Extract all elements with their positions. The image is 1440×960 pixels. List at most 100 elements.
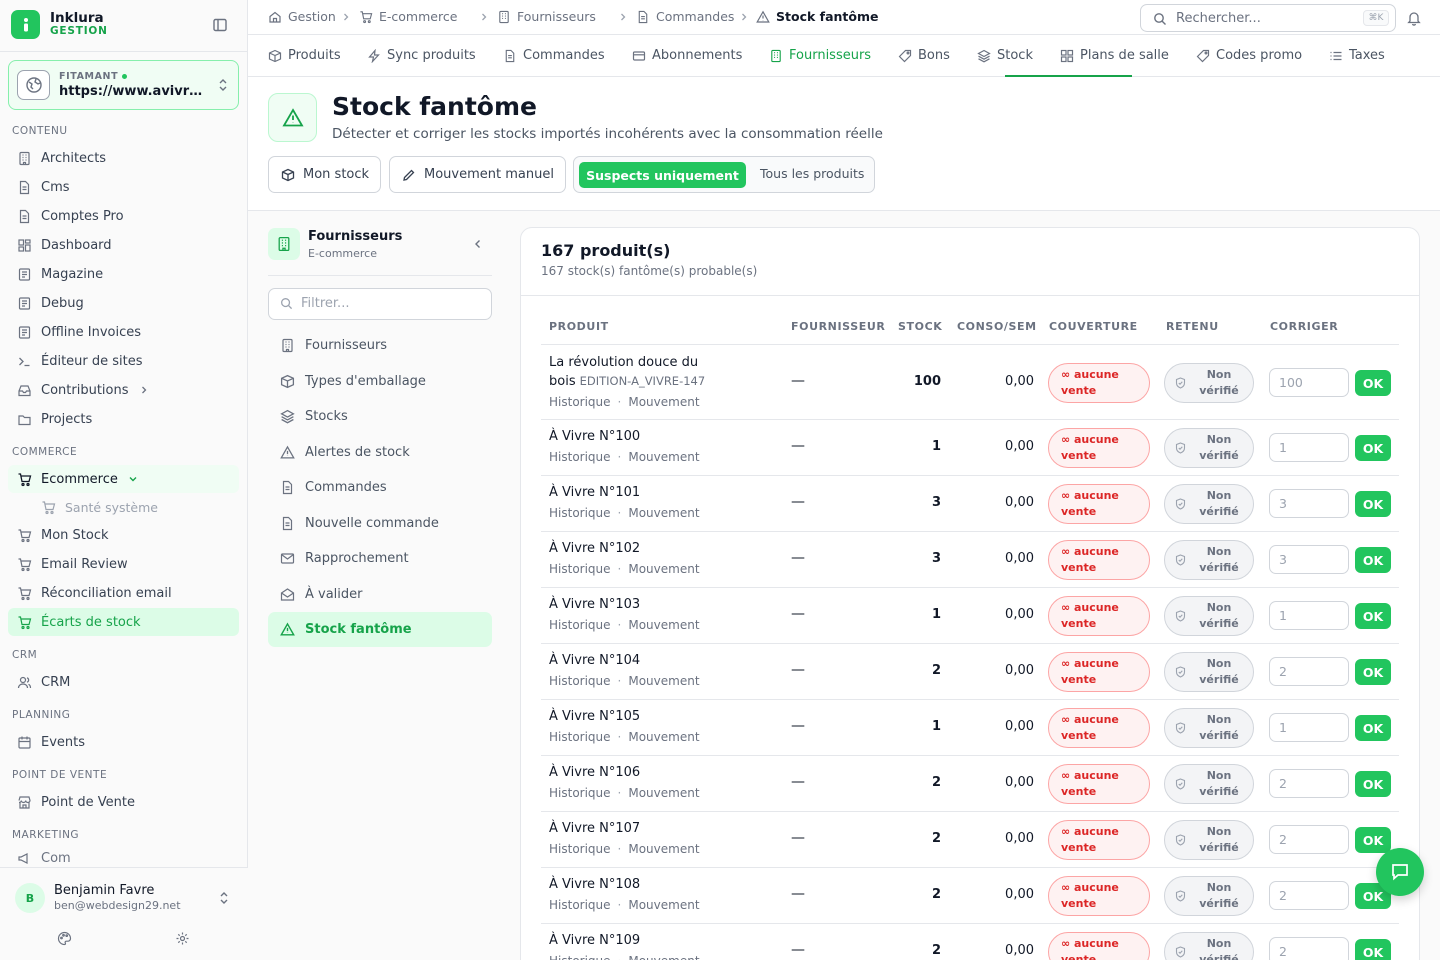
history-link[interactable]: Historique [549, 395, 611, 409]
suspects-only-toggle[interactable]: Suspects uniquement [579, 162, 746, 188]
ok-button[interactable]: OK [1355, 370, 1391, 396]
sidebar-item-offline-invoices[interactable]: Offline Invoices [8, 318, 239, 346]
subnav-item-stocks[interactable]: Stocks [268, 399, 492, 434]
movement-link[interactable]: Mouvement [628, 450, 699, 464]
tab-stock[interactable]: Stock [977, 35, 1033, 76]
movement-link[interactable]: Mouvement [628, 618, 699, 632]
sidebar-item-com[interactable]: Com [8, 848, 239, 868]
tab-codes-promo[interactable]: Codes promo [1196, 35, 1302, 76]
movement-link[interactable]: Mouvement [628, 562, 699, 576]
sidebar-item-magazine[interactable]: Magazine [8, 260, 239, 288]
sidebar-toggle-icon[interactable] [212, 17, 228, 33]
ok-button[interactable]: OK [1355, 491, 1391, 517]
subnav-item-rapprochement[interactable]: Rapprochement [268, 541, 492, 576]
retained-badge[interactable]: Non vérifié [1164, 820, 1254, 860]
retained-badge[interactable]: Non vérifié [1164, 876, 1254, 916]
history-link[interactable]: Historique [549, 562, 611, 576]
correction-input[interactable]: 100 [1269, 368, 1349, 397]
ok-button[interactable]: OK [1355, 771, 1391, 797]
movement-link[interactable]: Mouvement [628, 395, 699, 409]
breadcrumb-gestion[interactable]: Gestion [268, 9, 336, 24]
sidebar-item-ecommerce[interactable]: Ecommerce [8, 465, 239, 493]
tab-taxes[interactable]: Taxes [1329, 35, 1385, 76]
sidebar-item-point-de-vente[interactable]: Point de Vente [8, 788, 239, 816]
history-link[interactable]: Historique [549, 786, 611, 800]
sidebar-item-ecarts-de-stock[interactable]: Écarts de stock [8, 608, 239, 636]
retained-badge[interactable]: Non vérifié [1164, 484, 1254, 524]
sidebar-item-architects[interactable]: Architects [8, 144, 239, 172]
ok-button[interactable]: OK [1355, 603, 1391, 629]
correction-input[interactable]: 2 [1269, 881, 1349, 910]
retained-badge[interactable]: Non vérifié [1164, 764, 1254, 804]
breadcrumb-fournisseurs[interactable]: Fournisseurs [497, 9, 596, 24]
sidebar-item-dashboard[interactable]: Dashboard [8, 231, 239, 259]
subnav-item-fournisseurs[interactable]: Fournisseurs [268, 328, 492, 363]
ok-button[interactable]: OK [1355, 715, 1391, 741]
retained-badge[interactable]: Non vérifié [1164, 596, 1254, 636]
correction-input[interactable]: 3 [1269, 489, 1349, 518]
retained-badge[interactable]: Non vérifié [1164, 708, 1254, 748]
movement-link[interactable]: Mouvement [628, 674, 699, 688]
ok-button[interactable]: OK [1355, 939, 1391, 960]
product-name[interactable]: À Vivre N°107 [549, 821, 640, 836]
sidebar-item-email-review[interactable]: Email Review [8, 550, 239, 578]
tab-sync-produits[interactable]: Sync produits [367, 35, 476, 76]
movement-link[interactable]: Mouvement [628, 730, 699, 744]
subnav-item-commandes[interactable]: Commandes [268, 470, 492, 505]
history-link[interactable]: Historique [549, 450, 611, 464]
sidebar-item-crm[interactable]: CRM [8, 668, 239, 696]
history-link[interactable]: Historique [549, 674, 611, 688]
product-name[interactable]: À Vivre N°106 [549, 765, 640, 780]
chat-button[interactable] [1376, 848, 1424, 896]
gear-icon[interactable] [175, 931, 190, 946]
ok-button[interactable]: OK [1355, 547, 1391, 573]
subnav-item-stock-fantome[interactable]: Stock fantôme [268, 612, 492, 647]
tab-plans-de-salle[interactable]: Plans de salle [1060, 35, 1169, 76]
retained-badge[interactable]: Non vérifié [1164, 428, 1254, 468]
site-switcher[interactable]: FITAMANT https://www.avivre... [8, 60, 239, 110]
history-link[interactable]: Historique [549, 618, 611, 632]
correction-input[interactable]: 2 [1269, 657, 1349, 686]
search-input[interactable]: Rechercher... ⌘K [1140, 4, 1396, 32]
subnav-item-types-emballage[interactable]: Types d'emballage [268, 364, 492, 399]
sidebar-item-debug[interactable]: Debug [8, 289, 239, 317]
mon-stock-button[interactable]: Mon stock [268, 156, 381, 193]
palette-icon[interactable] [57, 931, 72, 946]
subnav-filter-input[interactable]: Filtrer... [268, 288, 492, 320]
movement-link[interactable]: Mouvement [628, 786, 699, 800]
product-name[interactable]: À Vivre N°100 [549, 429, 640, 444]
sidebar-item-sante-systeme[interactable]: Santé système [32, 493, 239, 521]
sidebar-item-cms[interactable]: Cms [8, 173, 239, 201]
product-name[interactable]: À Vivre N°102 [549, 541, 640, 556]
tab-fournisseurs[interactable]: Fournisseurs [769, 35, 871, 76]
movement-link[interactable]: Mouvement [628, 898, 699, 912]
retained-badge[interactable]: Non vérifié [1164, 652, 1254, 692]
user-panel[interactable]: B Benjamin Favre ben@webdesign29.net [0, 867, 248, 960]
movement-link[interactable]: Mouvement [628, 506, 699, 520]
ok-button[interactable]: OK [1355, 659, 1391, 685]
sidebar-item-comptes-pro[interactable]: Comptes Pro [8, 202, 239, 230]
correction-input[interactable]: 1 [1269, 601, 1349, 630]
correction-input[interactable]: 1 [1269, 713, 1349, 742]
bell-icon[interactable] [1406, 10, 1422, 26]
product-name[interactable]: À Vivre N°109 [549, 933, 640, 948]
tab-bons[interactable]: Bons [898, 35, 950, 76]
tab-commandes[interactable]: Commandes [503, 35, 605, 76]
product-name[interactable]: À Vivre N°103 [549, 597, 640, 612]
correction-input[interactable]: 2 [1269, 937, 1349, 960]
subnav-item-alertes-de-stock[interactable]: Alertes de stock [268, 435, 492, 470]
sidebar-item-reconciliation-email[interactable]: Réconciliation email [8, 579, 239, 607]
movement-link[interactable]: Mouvement [628, 954, 699, 960]
breadcrumb-ecommerce[interactable]: E-commerce [359, 9, 457, 24]
tab-abonnements[interactable]: Abonnements [632, 35, 742, 76]
all-products-toggle[interactable]: Tous les produits [760, 166, 864, 181]
retained-badge[interactable]: Non vérifié [1164, 540, 1254, 580]
correction-input[interactable]: 1 [1269, 433, 1349, 462]
correction-input[interactable]: 3 [1269, 545, 1349, 574]
sidebar-item-contributions[interactable]: Contributions [8, 376, 239, 404]
history-link[interactable]: Historique [549, 730, 611, 744]
correction-input[interactable]: 2 [1269, 825, 1349, 854]
history-link[interactable]: Historique [549, 898, 611, 912]
chevron-left-icon[interactable] [472, 238, 484, 250]
sidebar-item-editeur-de-sites[interactable]: Éditeur de sites [8, 347, 239, 375]
